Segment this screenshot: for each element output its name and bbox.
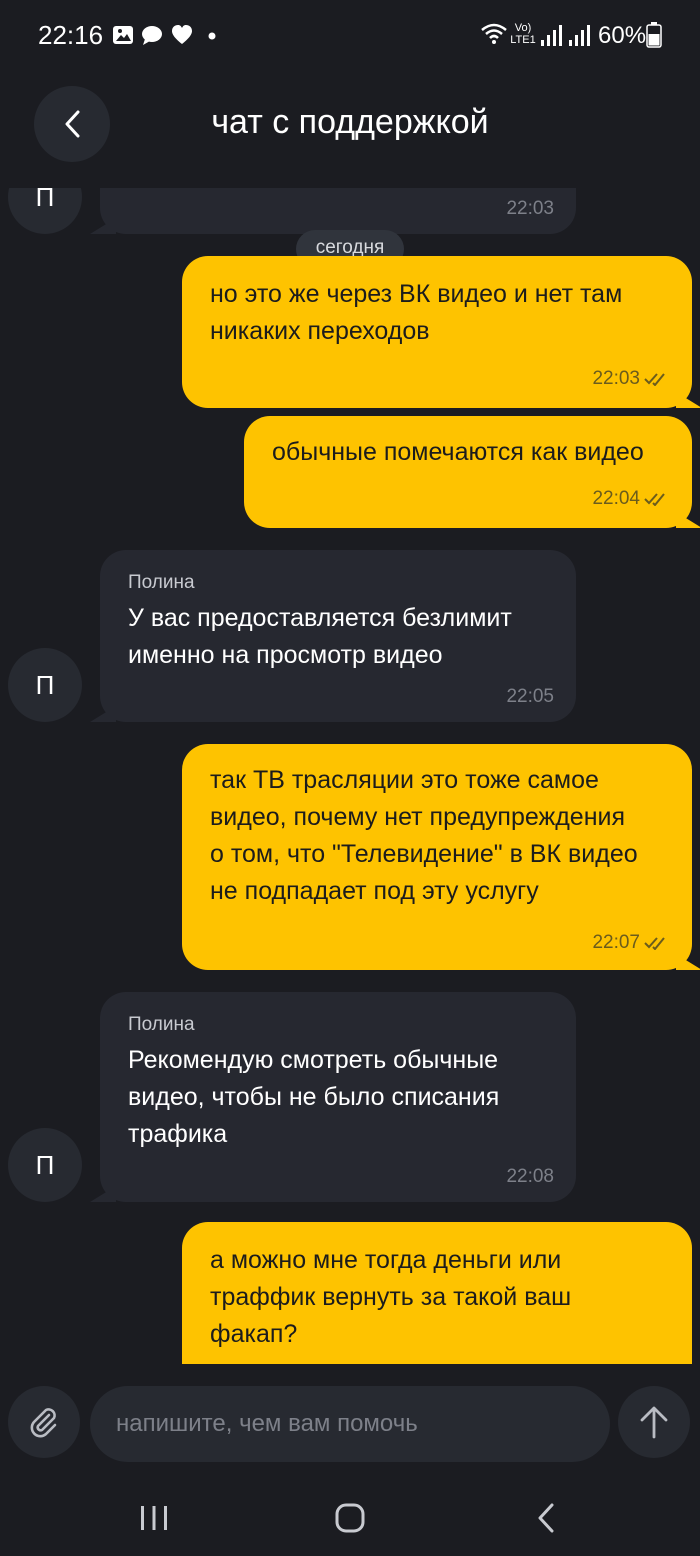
paperclip-icon [30, 1408, 57, 1438]
incoming-message[interactable]: 22:03 [90, 188, 576, 234]
incoming-message[interactable]: Полина Рекомендую смотреть обычные видео… [90, 992, 576, 1202]
message-time: 22:03 [506, 198, 554, 219]
signal-sim2-icon [569, 25, 590, 46]
back-button[interactable] [34, 86, 110, 162]
message-time: 22:03 [592, 368, 640, 389]
message-input[interactable] [90, 1386, 610, 1462]
read-double-check-icon [644, 373, 665, 386]
sender-name: Полина [128, 1014, 195, 1035]
message-text: У вас предоставляется безлимит именно на… [128, 604, 512, 669]
outgoing-message[interactable]: так ТВ трасляции это тоже самое видео, п… [182, 744, 700, 970]
outgoing-message[interactable]: а можно мне тогда деньги или траффик вер… [182, 1222, 692, 1364]
attach-button[interactable] [8, 1386, 80, 1458]
sender-name: Полина [128, 572, 195, 593]
outgoing-message[interactable]: обычные помечаются как видео 22:04 [244, 416, 700, 528]
more-notifications-dot-icon [208, 32, 216, 40]
message-text: а можно мне тогда деньги или траффик вер… [210, 1246, 572, 1348]
arrow-up-icon [640, 1406, 668, 1439]
message-time: 22:08 [506, 1166, 554, 1187]
battery-icon [646, 22, 662, 48]
signal-sim1-icon [541, 25, 562, 46]
home-icon[interactable] [334, 1502, 366, 1534]
read-double-check-icon [644, 493, 665, 506]
chevron-left-icon [65, 110, 80, 138]
message-composer [0, 1364, 700, 1474]
message-text: так ТВ трасляции это тоже самое видео, п… [210, 766, 638, 905]
chat-notification-icon [142, 26, 162, 45]
agent-avatar: П [8, 188, 82, 234]
message-text: но это же через ВК видео и нет там никак… [210, 280, 623, 345]
send-button[interactable] [618, 1386, 690, 1458]
incoming-message[interactable]: Полина У вас предоставляется безлимит им… [90, 550, 576, 722]
chat-messages[interactable]: П 22:03 сегодня но это же через ВК видео… [0, 188, 700, 1364]
message-text: обычные помечаются как видео [272, 438, 644, 466]
agent-avatar: П [8, 648, 82, 722]
wifi-icon [481, 23, 507, 44]
agent-avatar: П [8, 1128, 82, 1202]
system-navigation-bar [0, 1474, 700, 1556]
status-bar: 22:16 Vo) LTE1 60% [0, 0, 700, 72]
message-time: 22:04 [592, 488, 640, 509]
volte-indicator: Vo) LTE1 [510, 22, 536, 46]
system-back-icon[interactable] [534, 1502, 558, 1534]
message-text: Рекомендую смотреть обычные видео, чтобы… [128, 1046, 500, 1148]
battery-percentage: 60% [598, 22, 647, 49]
message-time: 22:05 [506, 686, 554, 707]
read-double-check-icon [644, 937, 665, 950]
status-clock: 22:16 [38, 20, 104, 50]
page-title: чат с поддержкой [211, 103, 489, 141]
outgoing-message[interactable]: но это же через ВК видео и нет там никак… [182, 256, 700, 408]
gallery-notification-icon [113, 26, 133, 44]
recent-apps-icon[interactable] [138, 1504, 170, 1532]
message-time: 22:07 [592, 932, 640, 953]
heart-notification-icon [172, 25, 192, 44]
